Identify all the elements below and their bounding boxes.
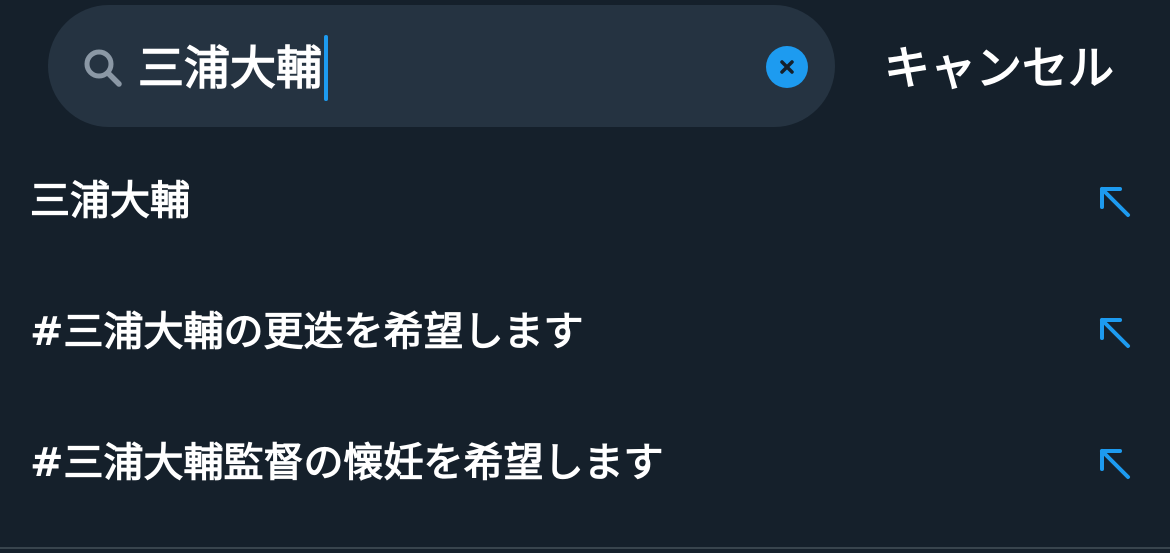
search-screen: 三浦大輔 キャンセル 三浦大輔 #三浦大輔の更迭を希望します #三浦大輔監督の懐… (0, 0, 1170, 553)
arrow-up-left-icon[interactable] (1094, 443, 1134, 483)
arrow-up-left-icon[interactable] (1094, 312, 1134, 352)
search-input[interactable]: 三浦大輔 (138, 35, 328, 101)
search-query-text: 三浦大輔 (138, 41, 322, 95)
suggestion-text: 三浦大輔 (30, 178, 190, 224)
suggestion-item[interactable]: #三浦大輔監督の懐妊を希望します (0, 413, 1170, 513)
divider (0, 547, 1170, 549)
cancel-button[interactable]: キャンセル (884, 36, 1114, 100)
suggestion-text: #三浦大輔監督の懐妊を希望します (30, 440, 664, 486)
clear-search-button[interactable] (766, 46, 808, 88)
arrow-up-left-icon[interactable] (1094, 181, 1134, 221)
text-caret (324, 35, 328, 101)
suggestion-item[interactable]: #三浦大輔の更迭を希望します (0, 282, 1170, 382)
suggestion-item[interactable]: 三浦大輔 (0, 151, 1170, 251)
suggestion-text: #三浦大輔の更迭を希望します (30, 309, 584, 355)
search-icon (84, 49, 122, 87)
close-icon (780, 60, 794, 74)
